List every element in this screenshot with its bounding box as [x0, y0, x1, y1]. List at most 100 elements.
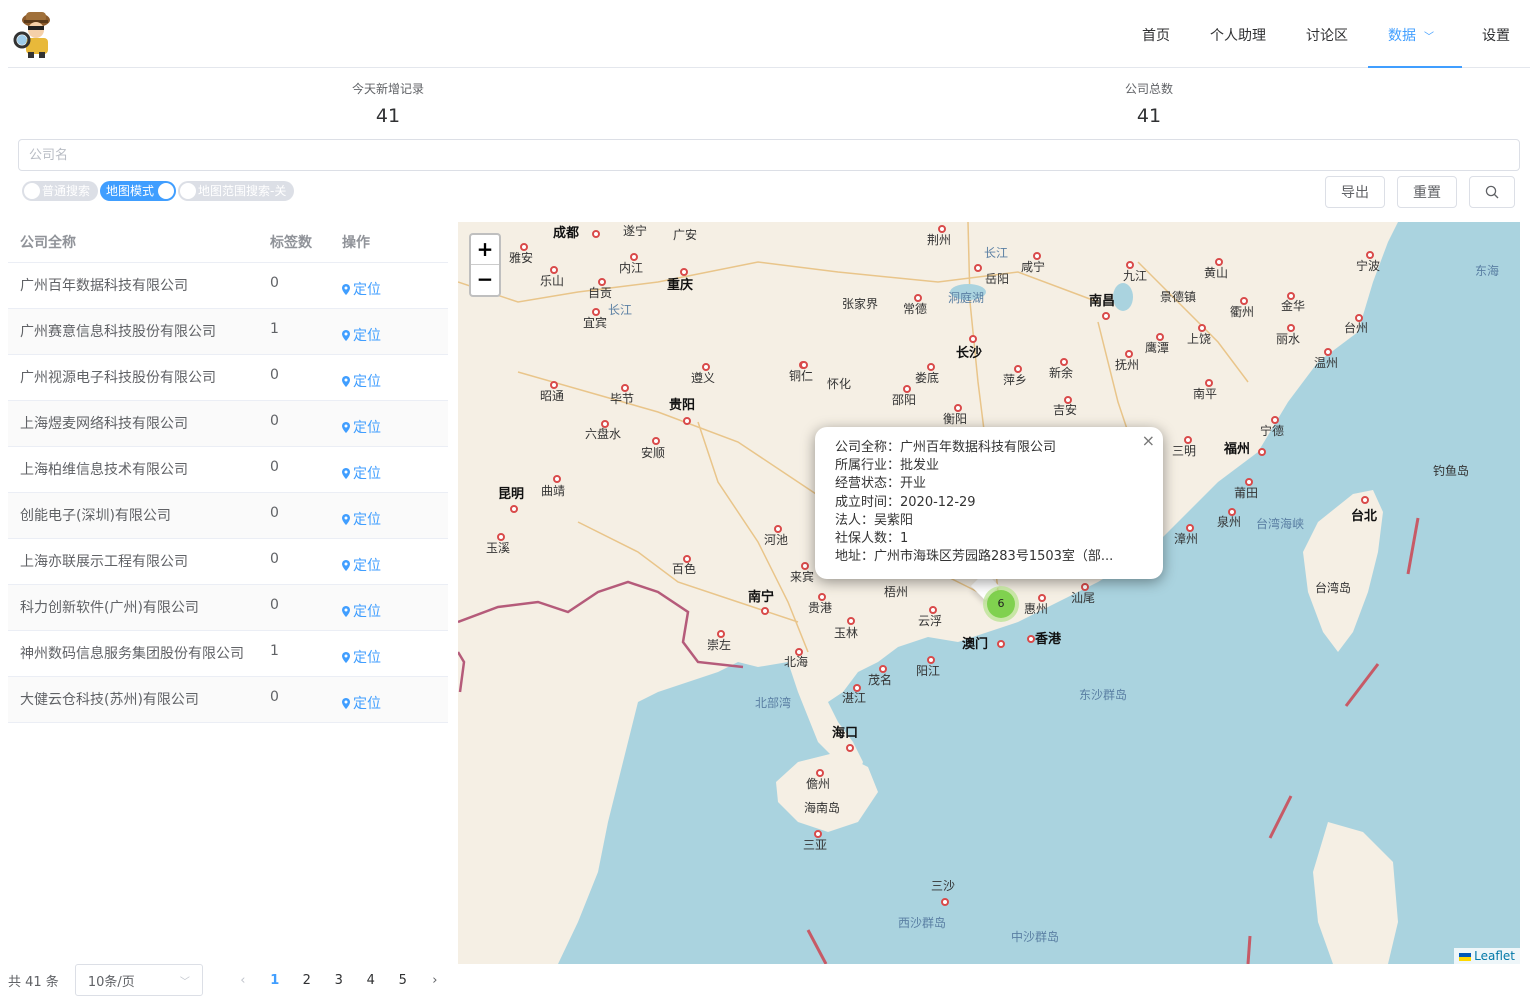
cell-company-name: 神州数码信息服务集团股份有限公司 [20, 646, 244, 662]
map-label-guangan: 广安 [673, 228, 698, 242]
page-2[interactable]: 2 [291, 973, 323, 988]
nav-home[interactable]: 首页 [1122, 0, 1190, 68]
map-label-yangjiang: 阳江 [916, 664, 941, 678]
popup-close-icon[interactable]: × [1142, 431, 1155, 450]
map-label-haikou: 海口 [832, 726, 859, 741]
cell-tag-count: 1 [270, 643, 279, 659]
popup-line-founded: 成立时间：2020-12-29 [835, 494, 976, 510]
map-label-taibei: 台北 [1351, 509, 1378, 524]
company-search-input[interactable] [18, 139, 1520, 171]
page-3[interactable]: 3 [323, 973, 355, 988]
map-label-fuzhou_jx: 抚州 [1115, 358, 1140, 372]
table-row: 科力创新软件(广州)有限公司 0 定位 [8, 585, 448, 631]
map-label-yiyang: 岳阳 [985, 272, 1010, 286]
map-mode-toggle[interactable]: 地图模式 [100, 181, 177, 201]
city-marker-icon [1228, 508, 1236, 516]
city-marker-icon [1125, 350, 1133, 358]
stat-today: 今天新增记录 41 [288, 80, 488, 127]
city-marker-icon [601, 420, 609, 428]
map-attribution[interactable]: Leaflet [1454, 948, 1520, 964]
main-nav: 首页 个人助理 讨论区 数据 ﹀ 设置 [1122, 0, 1530, 68]
map-label-huangshan: 黄山 [1204, 266, 1229, 280]
locate-label: 定位 [353, 650, 381, 666]
map-range-toggle[interactable]: 地图范围搜索-关 [178, 181, 295, 201]
zoom-out-button[interactable]: − [471, 265, 499, 295]
nav-data[interactable]: 数据 ﹀ [1368, 0, 1462, 68]
search-icon [1485, 185, 1499, 199]
export-button[interactable]: 导出 [1325, 176, 1385, 208]
zoom-control: + − [469, 233, 501, 297]
nav-assistant[interactable]: 个人助理 [1190, 0, 1286, 68]
city-marker-icon [997, 640, 1005, 648]
map-label-nanning: 南宁 [748, 590, 775, 605]
map-range-label: 地图范围搜索-关 [198, 184, 287, 198]
explorer-logo[interactable] [12, 6, 58, 60]
locate-button[interactable]: 定位 [342, 509, 381, 529]
map-label-wenzhou: 温州 [1314, 356, 1339, 370]
map-pin-icon [342, 329, 350, 341]
page-4[interactable]: 4 [355, 973, 387, 988]
city-marker-icon [1271, 416, 1279, 424]
city-marker-icon [818, 593, 826, 601]
toggle-knob [158, 183, 175, 199]
zoom-in-button[interactable]: + [471, 235, 499, 265]
cell-tag-count: 0 [270, 367, 279, 383]
map-label-sanya: 三亚 [803, 838, 828, 852]
locate-button[interactable]: 定位 [342, 601, 381, 621]
cell-tag-count: 0 [270, 505, 279, 521]
cell-company-name: 大健云仓科技(苏州)有限公司 [20, 692, 199, 708]
locate-button[interactable]: 定位 [342, 693, 381, 713]
city-marker-icon [520, 243, 528, 251]
city-marker-icon [717, 630, 725, 638]
popup-line-status: 经营状态：开业 [835, 476, 927, 492]
map-label-zigong: 自贡 [588, 286, 613, 300]
map-label-changde: 常德 [903, 302, 928, 316]
page-5[interactable]: 5 [387, 973, 419, 988]
ukraine-flag-icon [1459, 952, 1472, 961]
locate-button[interactable]: 定位 [342, 555, 381, 575]
map-label-nanchang: 南昌 [1089, 294, 1116, 309]
reset-button[interactable]: 重置 [1397, 176, 1457, 208]
locate-label: 定位 [353, 558, 381, 574]
map-label-beibu: 北部湾 [755, 696, 792, 710]
prev-page-icon[interactable]: ‹ [227, 973, 259, 988]
map-view[interactable]: 成都 重庆 贵阳 昆明 南宁 长沙 南昌 福州 台北 海口 澳门 香港 东海 洞庭湖 长江 长江 台湾海峡 北部湾… [458, 222, 1520, 964]
table-row: 神州数码信息服务集团股份有限公司 1 定位 [8, 631, 448, 677]
cell-action: 定位 [330, 459, 448, 483]
map-pin-icon [342, 375, 350, 387]
marker-cluster[interactable]: 6 [983, 586, 1019, 622]
table-row: 上海柏维信息技术有限公司 0 定位 [8, 447, 448, 493]
locate-button[interactable]: 定位 [342, 417, 381, 437]
map-label-shaoyang: 邵阳 [892, 393, 917, 407]
map-label-diaoyu: 钓鱼岛 [1433, 464, 1470, 478]
city-marker-icon [1287, 324, 1295, 332]
search-button[interactable] [1469, 176, 1515, 208]
cell-action: 定位 [330, 551, 448, 575]
nav-settings[interactable]: 设置 [1462, 0, 1530, 68]
next-page-icon[interactable]: › [419, 973, 451, 988]
locate-button[interactable]: 定位 [342, 647, 381, 667]
locate-label: 定位 [353, 696, 381, 712]
cell-company-name: 上海煜麦网络科技有限公司 [20, 416, 188, 432]
map-pin-icon [342, 697, 350, 709]
map-label-baise: 百色 [672, 562, 697, 576]
company-table: 公司全称 标签数 操作 广州百年数据科技有限公司 0 定位 广州赛意信息科技股份有限公… [8, 222, 448, 723]
map-label-yunfu: 云浮 [918, 614, 943, 628]
city-marker-icon [795, 648, 803, 656]
nav-forum[interactable]: 讨论区 [1286, 0, 1368, 68]
map-label-bijie: 毕节 [610, 392, 635, 406]
page-size-select[interactable]: 10条/页 ﹀ [74, 964, 203, 996]
locate-button[interactable]: 定位 [342, 325, 381, 345]
map-label-aomen: 澳门 [962, 637, 989, 652]
cell-company-name: 上海柏维信息技术有限公司 [20, 462, 188, 478]
locate-button[interactable]: 定位 [342, 463, 381, 483]
city-marker-icon [847, 617, 855, 625]
page-1[interactable]: 1 [259, 973, 291, 988]
col-header-name: 公司全称 [20, 235, 76, 251]
locate-button[interactable]: 定位 [342, 279, 381, 299]
map-label-sansha: 三沙 [931, 879, 956, 893]
locate-button[interactable]: 定位 [342, 371, 381, 391]
normal-search-toggle[interactable]: 普通搜索 [22, 181, 99, 201]
cell-action: 定位 [330, 275, 448, 299]
map-label-jiujiang: 九江 [1123, 269, 1148, 283]
